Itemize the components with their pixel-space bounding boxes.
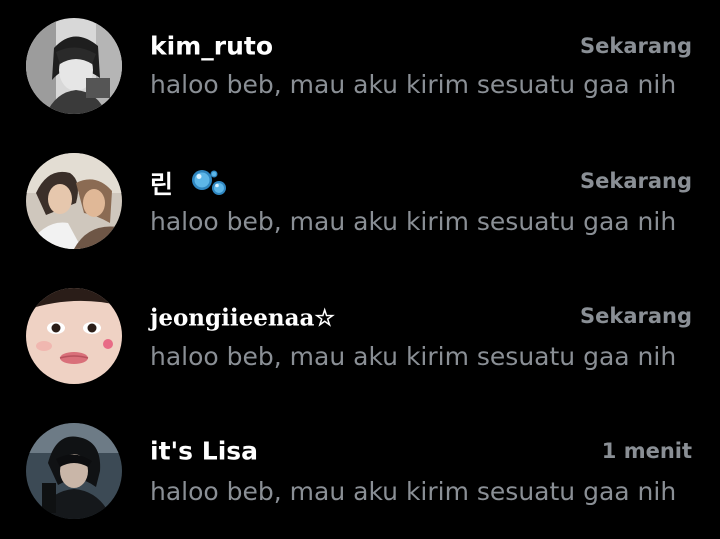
message-preview: haloo beb, mau aku kirim sesuatu gaa nih [150, 342, 677, 371]
avatar[interactable] [26, 288, 122, 384]
chat-row-rin[interactable]: 린 Sekarang haloo beb, mau aku kirim sesu… [0, 135, 720, 269]
chat-row-jeongiieenaa[interactable]: jeongiieenaa☆ Sekarang haloo beb, mau ak… [0, 270, 720, 404]
contact-name: 린 [150, 165, 230, 201]
avatar[interactable] [26, 18, 122, 114]
chat-row-kim-ruto[interactable]: kim_ruto Sekarang haloo beb, mau aku kir… [0, 0, 720, 134]
message-preview: haloo beb, mau aku kirim sesuatu gaa nih [150, 207, 677, 236]
contact-name: kim_ruto [150, 30, 273, 61]
timestamp: Sekarang [579, 34, 692, 58]
bubbles-icon [191, 170, 226, 195]
message-preview: haloo beb, mau aku kirim sesuatu gaa nih [150, 70, 677, 99]
timestamp: Sekarang [579, 169, 692, 193]
contact-name: it's Lisa [150, 435, 258, 466]
contact-name: jeongiieenaa☆ [150, 303, 335, 332]
timestamp: 1 menit [601, 439, 692, 463]
contact-name-text: it's Lisa [150, 436, 259, 466]
avatar-photo-couple [26, 153, 122, 249]
contact-name-text: jeongiieenaa☆ [150, 304, 335, 332]
avatar-photo-dark [26, 423, 122, 519]
avatar-photo-bw [26, 18, 122, 114]
message-preview: haloo beb, mau aku kirim sesuatu gaa nih [150, 477, 677, 506]
timestamp: Sekarang [579, 304, 692, 328]
avatar-photo-face [26, 288, 122, 384]
chat-row-its-lisa[interactable]: it's Lisa 1 menit haloo beb, mau aku kir… [0, 405, 720, 539]
avatar[interactable] [26, 153, 122, 249]
chat-list: kim_ruto Sekarang haloo beb, mau aku kir… [0, 0, 720, 531]
contact-name-text: 린 [150, 170, 174, 199]
avatar[interactable] [26, 423, 122, 519]
contact-name-text: kim_ruto [150, 31, 273, 61]
